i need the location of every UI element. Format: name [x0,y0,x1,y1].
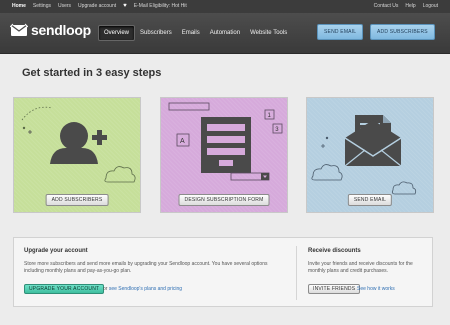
upgrade-title: Upgrade your account [24,248,88,254]
nav-overview[interactable]: Overview [98,25,136,41]
top-link-users[interactable]: Users [58,3,71,9]
logo[interactable]: sendloop [10,22,91,38]
card-design-form: 1 3 A DESIGN SUBSCRIPTION FORM [160,97,288,213]
mail-logo-icon [10,23,28,36]
how-it-works-link[interactable]: See how it works [357,286,395,292]
nav-automation[interactable]: Automation [205,26,245,40]
upgrade-account-button[interactable]: UPGRADE YOUR ACCOUNT [24,284,105,294]
add-subscribers-button[interactable]: ADD SUBSCRIBERS [370,24,435,40]
design-form-card-button[interactable]: DESIGN SUBSCRIPTION FORM [178,194,270,206]
send-email-card-button[interactable]: SEND EMAIL [347,194,393,206]
top-link-home[interactable]: Home [12,3,26,9]
discounts-text: Invite your friends and receive discount… [308,261,413,274]
svg-text:3: 3 [275,127,279,133]
add-subscribers-card-button[interactable]: ADD SUBSCRIBERS [45,194,109,206]
top-links: Home Settings Users Upgrade account ♥ E-… [12,2,187,10]
upgrade-text: Store more subscribers and send more ema… [24,261,268,274]
top-link-settings[interactable]: Settings [33,3,51,9]
page-title: Get started in 3 easy steps [22,67,162,79]
heart-icon: ♥ [123,2,127,9]
panel-divider [296,246,297,300]
info-panel: Upgrade your account Store more subscrib… [13,237,433,307]
main-header: sendloop Overview Subscribers Emails Aut… [0,13,450,54]
card-send-email: SEND EMAIL [306,97,434,213]
svg-text:A: A [180,138,185,145]
send-email-button[interactable]: SEND EMAIL [317,24,364,40]
nav-emails[interactable]: Emails [177,26,205,40]
eligibility-status: E-Mail Eligibility: Hot Hit [133,3,187,9]
top-utility-bar: Home Settings Users Upgrade account ♥ E-… [0,0,450,13]
nav-website-tools[interactable]: Website Tools [245,26,292,40]
cloud-icon [104,166,136,183]
card-add-subscribers: ADD SUBSCRIBERS [13,97,141,213]
top-right-links: Contact Us Help Logout [374,3,438,9]
top-link-logout[interactable]: Logout [423,3,438,9]
main-nav: Overview Subscribers Emails Automation W… [98,25,292,41]
discounts-title: Receive discounts [308,248,361,254]
svg-text:1: 1 [268,113,272,119]
pricing-link-wrapper: or see Sendloop's plans and pricing [103,286,182,292]
pricing-link[interactable]: see Sendloop's plans and pricing [109,286,182,292]
invite-friends-button[interactable]: INVITE FRIENDS [308,284,361,294]
top-link-upgrade[interactable]: Upgrade account [78,3,116,9]
or-text: or [103,286,108,292]
logo-text: sendloop [31,22,91,38]
top-link-help[interactable]: Help [405,3,415,9]
nav-subscribers[interactable]: Subscribers [135,26,177,40]
cloud-icon [311,164,343,181]
top-link-contact[interactable]: Contact Us [374,3,399,9]
